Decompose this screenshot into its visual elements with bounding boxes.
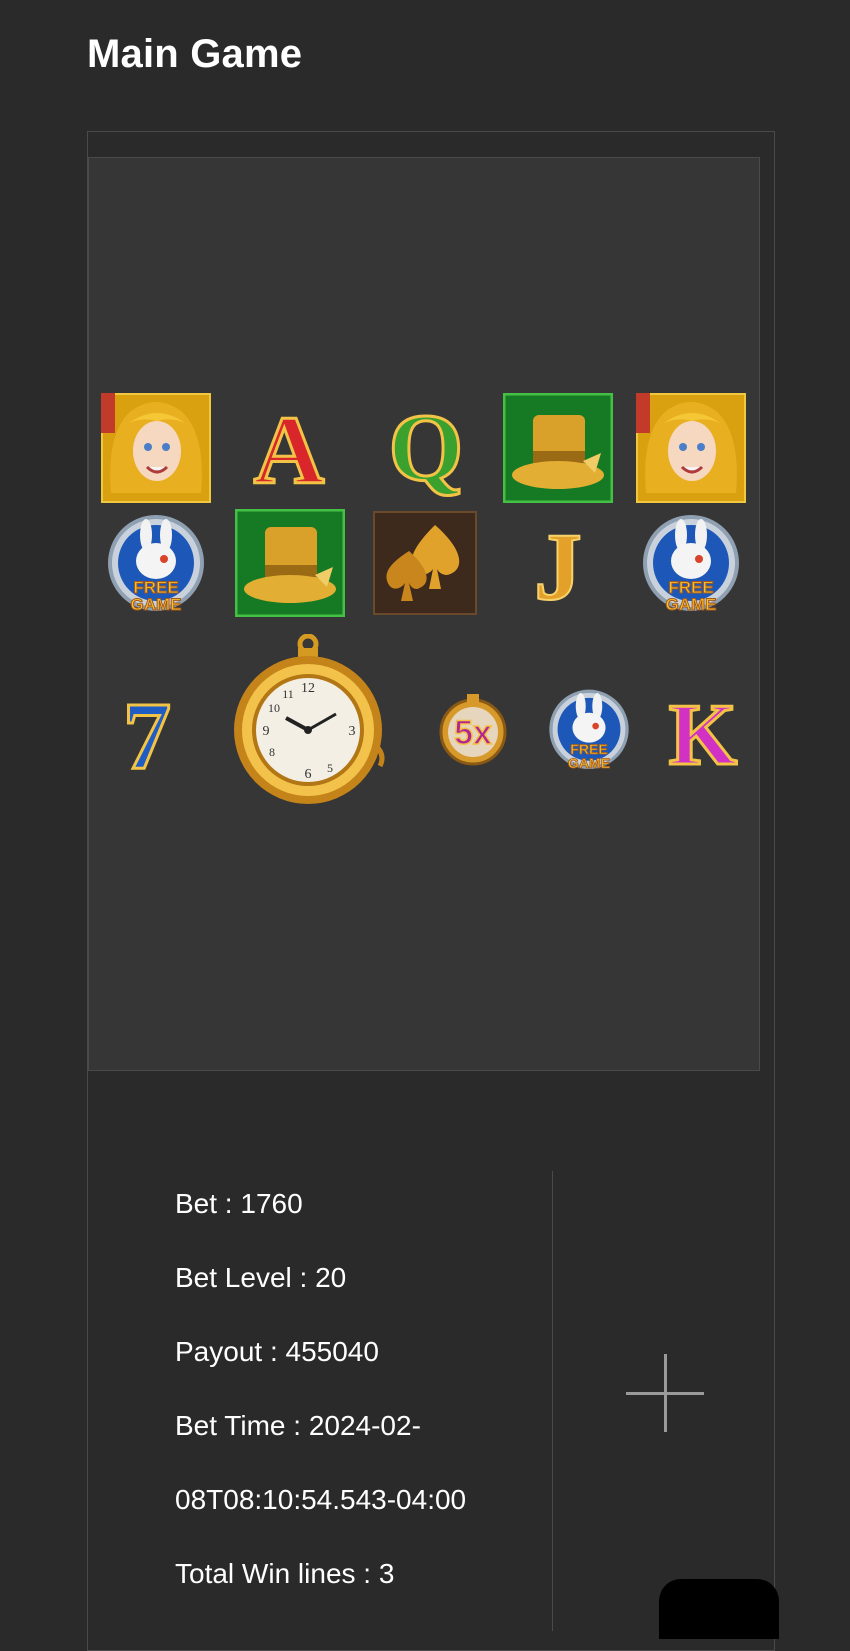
svg-text:7: 7 [123,690,171,774]
svg-text:A: A [254,397,325,497]
jack-symbol-icon: J [517,515,599,611]
ace-symbol-icon: A [241,397,337,497]
details-divider [552,1171,553,1631]
svg-text:11: 11 [282,687,294,701]
svg-text:6: 6 [305,767,312,782]
bet-level: Bet Level : 20 [175,1262,347,1293]
svg-text:10: 10 [268,701,280,715]
queen-symbol-icon: Q [380,398,476,498]
svg-text:GAME: GAME [131,595,182,614]
seven-symbol-icon: 7 [108,690,186,774]
svg-text:J: J [534,515,582,611]
bet-amount: Bet : 1760 [175,1188,303,1219]
pocket-watch-icon: 12 3 6 9 10 11 8 5 [226,634,394,806]
page-title: Main Game [87,32,303,76]
bet-time-line-1: Bet Time : 2024-02- [175,1410,421,1441]
expand-plus-icon[interactable] [626,1354,704,1432]
multiplier-badge-icon: 5x [433,690,513,770]
svg-text:3: 3 [349,724,356,739]
svg-text:Q: Q [389,398,464,498]
bet-time-line-2: 08T08:10:54.543-04:00 [175,1484,467,1515]
alice-symbol-icon [636,393,746,503]
total-win-lines: Total Win lines : 3 [175,1558,395,1589]
hat-symbol-icon [235,509,345,617]
spades-symbol-icon [373,511,477,615]
payout: Payout : 455040 [175,1336,379,1367]
svg-text:K: K [669,688,737,774]
svg-text:12: 12 [301,681,315,696]
hat-symbol-icon [503,393,613,503]
free-game-rabbit-icon: FREE GAME [546,688,632,774]
svg-text:9: 9 [263,724,270,739]
free-game-rabbit-icon: FREE GAME [641,513,741,617]
free-game-rabbit-icon: FREE GAME [106,513,206,617]
svg-text:GAME: GAME [666,595,717,614]
svg-text:8: 8 [269,745,275,759]
svg-text:5: 5 [327,761,333,775]
bet-details: Bet : 1760 Bet Level : 20 Payout : 45504… [175,1190,466,1634]
bottom-overlay-tab[interactable] [659,1579,779,1639]
king-symbol-icon: K [660,688,746,774]
alice-symbol-icon [101,393,211,503]
svg-text:GAME: GAME [568,755,610,771]
svg-text:5x: 5x [454,714,492,752]
